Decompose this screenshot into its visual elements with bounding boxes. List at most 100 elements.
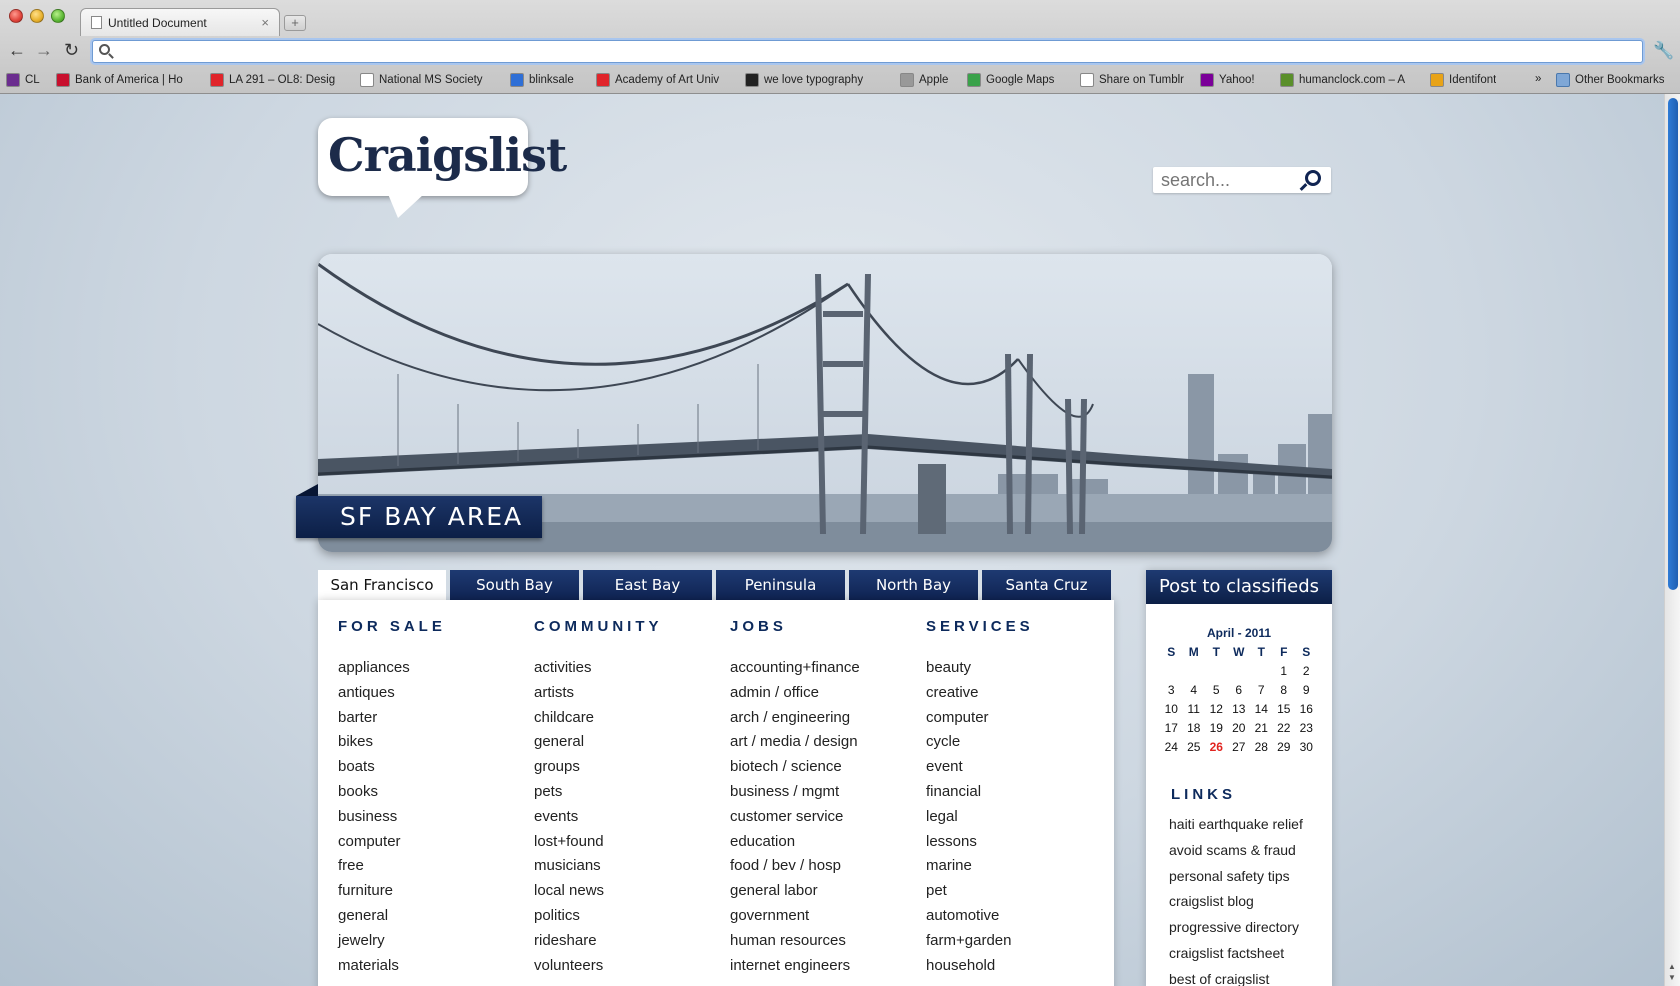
scroll-down-arrow-icon[interactable]: ▼ (1668, 973, 1676, 982)
calendar-day[interactable]: 28 (1250, 738, 1273, 757)
calendar-day[interactable]: 5 (1205, 681, 1228, 700)
calendar-day[interactable]: 24 (1160, 738, 1183, 757)
forward-arrow-icon[interactable]: → (35, 40, 53, 60)
category-link[interactable]: legal (926, 807, 1034, 832)
calendar-day[interactable]: 12 (1205, 700, 1228, 719)
category-link[interactable]: computer (926, 708, 1034, 733)
category-link[interactable]: household (926, 956, 1034, 981)
category-link[interactable]: cycle (926, 732, 1034, 757)
category-link[interactable]: accounting+finance (730, 658, 860, 683)
calendar-day[interactable]: 18 (1183, 719, 1206, 738)
category-link[interactable]: biotech / science (730, 757, 860, 782)
other-bookmarks-folder[interactable]: Other Bookmarks (1556, 73, 1664, 87)
category-link[interactable]: childcare (534, 708, 663, 733)
category-link[interactable]: politics (534, 906, 663, 931)
bookmark-item[interactable]: Yahoo! (1200, 73, 1270, 87)
category-link[interactable]: groups (534, 757, 663, 782)
bookmark-item[interactable]: Google Maps (967, 73, 1072, 87)
category-link[interactable]: internet engineers (730, 956, 860, 981)
category-link[interactable]: furniture (338, 881, 446, 906)
bookmark-item[interactable]: humanclock.com – A (1280, 73, 1420, 87)
site-logo[interactable]: Craigslist (318, 118, 567, 218)
category-link[interactable]: materials (338, 956, 446, 981)
sidebar-link[interactable]: haiti earthquake relief (1169, 814, 1303, 840)
calendar-day[interactable]: 29 (1273, 738, 1296, 757)
calendar-day[interactable]: 20 (1228, 719, 1251, 738)
reload-icon[interactable]: ↻ (64, 40, 79, 60)
minimize-window-button[interactable] (30, 9, 44, 23)
category-link[interactable]: musicians (534, 856, 663, 881)
calendar-day[interactable]: 11 (1183, 700, 1206, 719)
sidebar-link[interactable]: craigslist blog (1169, 891, 1303, 917)
area-tab-peninsula[interactable]: Peninsula (716, 570, 845, 600)
category-link[interactable]: lost+found (534, 832, 663, 857)
address-bar[interactable] (92, 40, 1643, 63)
zoom-window-button[interactable] (51, 9, 65, 23)
category-link[interactable]: free (338, 856, 446, 881)
category-link[interactable]: barter (338, 708, 446, 733)
calendar-day[interactable]: 21 (1250, 719, 1273, 738)
category-link[interactable]: local news (534, 881, 663, 906)
category-link[interactable]: pets (534, 782, 663, 807)
site-search-input[interactable] (1161, 170, 1301, 190)
calendar-day[interactable]: 10 (1160, 700, 1183, 719)
calendar-today[interactable]: 26 (1205, 738, 1228, 757)
category-link[interactable]: automotive (926, 906, 1034, 931)
new-tab-button[interactable]: + (284, 15, 306, 31)
area-tab-santa-cruz[interactable]: Santa Cruz (982, 570, 1111, 600)
calendar-day[interactable]: 22 (1273, 719, 1296, 738)
bookmark-item[interactable]: we love typography (745, 73, 890, 87)
calendar-day[interactable]: 30 (1295, 738, 1318, 757)
category-link[interactable]: events (534, 807, 663, 832)
area-tab-north-bay[interactable]: North Bay (849, 570, 978, 600)
category-link[interactable]: rideshare (534, 931, 663, 956)
calendar-day[interactable]: 6 (1228, 681, 1251, 700)
bookmark-item[interactable]: Bank of America | Ho (56, 73, 201, 87)
category-link[interactable]: activities (534, 658, 663, 683)
sidebar-link[interactable]: progressive directory (1169, 917, 1303, 943)
wrench-icon[interactable]: 🔧 (1653, 41, 1674, 61)
close-window-button[interactable] (9, 9, 23, 23)
category-link[interactable]: education (730, 832, 860, 857)
scrollbar-thumb[interactable] (1668, 98, 1678, 590)
magnifier-icon[interactable] (1305, 170, 1321, 186)
category-link[interactable]: business / mgmt (730, 782, 860, 807)
category-link[interactable]: computer (338, 832, 446, 857)
calendar-day[interactable]: 1 (1273, 662, 1296, 681)
category-link[interactable]: financial (926, 782, 1034, 807)
sidebar-link[interactable]: avoid scams & fraud (1169, 840, 1303, 866)
category-link[interactable]: art / media / design (730, 732, 860, 757)
category-link[interactable]: appliances (338, 658, 446, 683)
category-link[interactable]: admin / office (730, 683, 860, 708)
bookmark-item[interactable]: CL (6, 73, 50, 87)
bookmark-item[interactable]: Share on Tumblr (1080, 73, 1192, 87)
category-link[interactable]: jewelry (338, 931, 446, 956)
area-tab-san-francisco[interactable]: San Francisco (318, 570, 446, 600)
address-input[interactable] (117, 43, 1636, 60)
calendar-day[interactable]: 3 (1160, 681, 1183, 700)
calendar-day[interactable]: 7 (1250, 681, 1273, 700)
category-link[interactable]: boats (338, 757, 446, 782)
bookmark-item[interactable]: Apple (900, 73, 960, 87)
category-link[interactable]: business (338, 807, 446, 832)
calendar-day[interactable]: 15 (1273, 700, 1296, 719)
calendar-day[interactable]: 4 (1183, 681, 1206, 700)
vertical-scrollbar[interactable]: ▲ ▼ (1664, 94, 1680, 986)
calendar-day[interactable]: 2 (1295, 662, 1318, 681)
tab-close-icon[interactable]: × (261, 15, 269, 30)
calendar-day[interactable]: 14 (1250, 700, 1273, 719)
calendar-day[interactable]: 9 (1295, 681, 1318, 700)
bookmark-item[interactable]: Identifont (1430, 73, 1505, 87)
category-link[interactable]: general labor (730, 881, 860, 906)
category-link[interactable]: farm+garden (926, 931, 1034, 956)
category-link[interactable]: food / bev / hosp (730, 856, 860, 881)
calendar-day[interactable]: 25 (1183, 738, 1206, 757)
bookmark-item[interactable]: blinksale (510, 73, 590, 87)
area-tab-east-bay[interactable]: East Bay (583, 570, 712, 600)
category-link[interactable]: general (338, 906, 446, 931)
bookmark-item[interactable]: LA 291 – OL8: Desig (210, 73, 350, 87)
category-link[interactable]: pet (926, 881, 1034, 906)
calendar-day[interactable]: 19 (1205, 719, 1228, 738)
category-link[interactable]: event (926, 757, 1034, 782)
category-link[interactable]: bikes (338, 732, 446, 757)
